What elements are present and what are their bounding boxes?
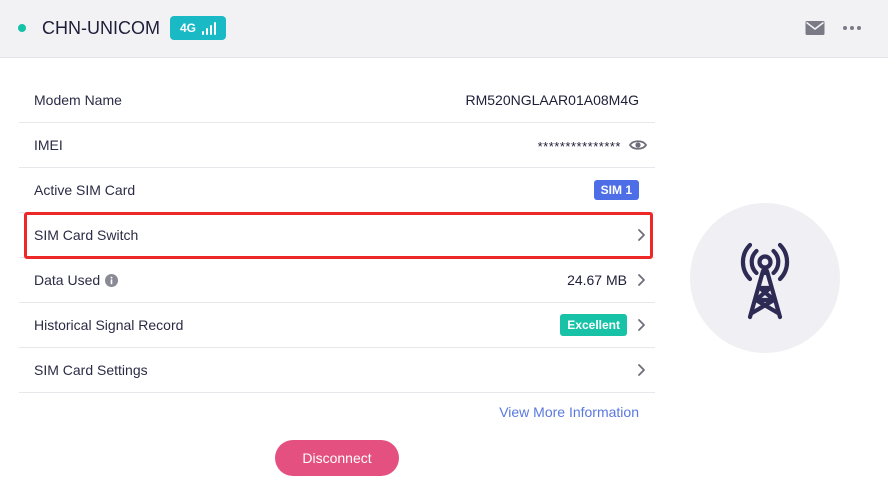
historical-signal-record-row[interactable]: Historical Signal Record Excellent bbox=[19, 303, 655, 348]
view-more-information-link[interactable]: View More Information bbox=[499, 404, 639, 420]
eye-icon[interactable] bbox=[629, 138, 647, 152]
info-icon[interactable] bbox=[105, 273, 119, 287]
active-sim-badge: SIM 1 bbox=[593, 180, 639, 200]
data-used-label: Data Used bbox=[34, 272, 101, 288]
sim-card-settings-row[interactable]: SIM Card Settings bbox=[19, 348, 655, 393]
modem-name-value: RM520NGLAAR01A08M4G bbox=[465, 92, 639, 108]
data-used-value-group: 24.67 MB bbox=[567, 258, 647, 302]
active-sim-row: Active SIM Card SIM 1 bbox=[19, 168, 655, 213]
modem-name-label: Modem Name bbox=[34, 92, 122, 108]
imei-value-group: *************** bbox=[538, 123, 647, 167]
data-used-row[interactable]: Data Used 24.67 MB bbox=[19, 258, 655, 303]
chevron-right-icon bbox=[638, 364, 645, 376]
historical-signal-record-label: Historical Signal Record bbox=[34, 317, 184, 333]
cell-tower-icon bbox=[740, 242, 790, 320]
connection-status-dot bbox=[18, 24, 26, 32]
disconnect-button[interactable]: Disconnect bbox=[275, 440, 399, 476]
signal-quality-badge: Excellent bbox=[560, 314, 627, 336]
sim-card-settings-label: SIM Card Settings bbox=[34, 362, 148, 378]
carrier-name: CHN-UNICOM bbox=[42, 18, 160, 38]
imei-row: IMEI *************** bbox=[19, 123, 655, 168]
more-icon[interactable] bbox=[842, 20, 862, 36]
active-sim-value-group: SIM 1 bbox=[593, 168, 639, 212]
tower-illustration bbox=[690, 203, 840, 353]
modem-name-row: Modem Name RM520NGLAAR01A08M4G bbox=[19, 78, 655, 123]
imei-label: IMEI bbox=[34, 137, 63, 153]
sim-card-switch-row[interactable]: SIM Card Switch bbox=[19, 213, 655, 258]
data-used-label-group: Data Used bbox=[34, 258, 119, 302]
sim-card-settings-action bbox=[635, 348, 647, 392]
top-bar: CHN-UNICOM 4G bbox=[0, 0, 888, 58]
chevron-right-icon bbox=[638, 274, 645, 286]
sim-info-list: Modem Name RM520NGLAAR01A08M4G IMEI ****… bbox=[19, 78, 655, 393]
data-used-value: 24.67 MB bbox=[567, 272, 627, 288]
mail-icon[interactable] bbox=[805, 20, 825, 36]
sim-card-switch-action bbox=[635, 213, 647, 257]
signal-bars-icon bbox=[202, 21, 217, 35]
chevron-right-icon bbox=[638, 319, 645, 331]
network-type-badge: 4G bbox=[170, 16, 227, 40]
sim-card-switch-label: SIM Card Switch bbox=[34, 227, 139, 243]
imei-masked-value: *************** bbox=[537, 138, 621, 154]
chevron-right-icon bbox=[638, 229, 645, 241]
network-type-label: 4G bbox=[180, 21, 197, 35]
active-sim-label: Active SIM Card bbox=[34, 182, 136, 198]
historical-signal-record-value-group: Excellent bbox=[560, 303, 647, 347]
